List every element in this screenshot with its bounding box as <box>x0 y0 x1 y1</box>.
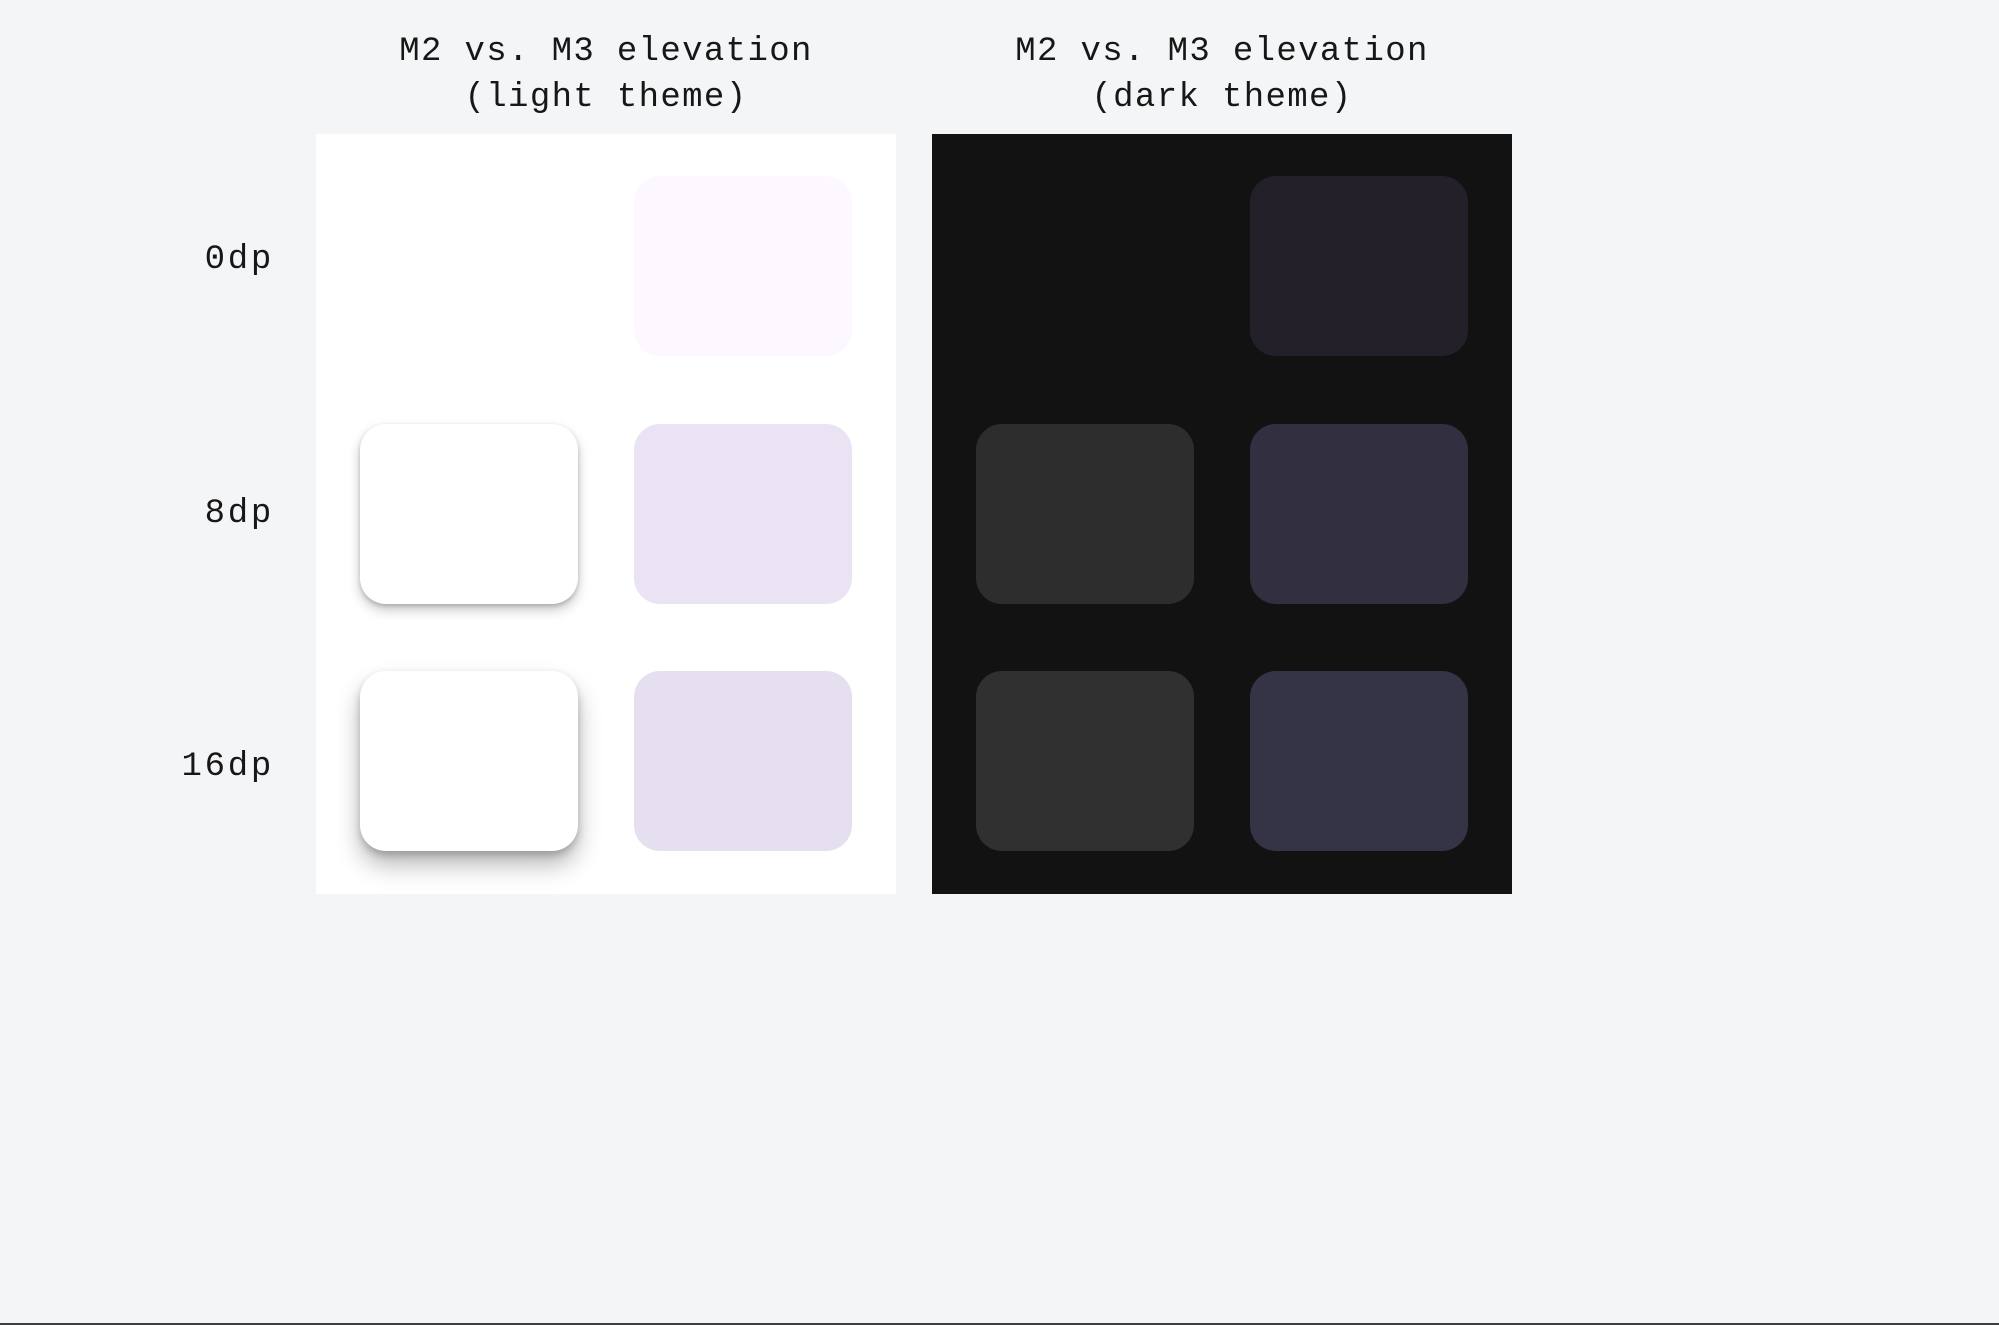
card-m2-light-0dp <box>360 176 578 356</box>
card-m2-light-16dp <box>360 671 578 851</box>
heading-dark: M2 vs. M3 elevation (dark theme) <box>932 30 1512 134</box>
card-m3-dark-8dp <box>1250 424 1468 604</box>
row-label-0dp: 0dp <box>205 241 280 279</box>
corner-spacer <box>100 30 280 134</box>
card-m3-light-0dp <box>634 176 852 356</box>
card-m2-light-8dp <box>360 424 578 604</box>
comparison-grid: M2 vs. M3 elevation (light theme) M2 vs.… <box>100 30 1512 894</box>
card-m3-dark-0dp <box>1250 176 1468 356</box>
card-m2-dark-0dp <box>976 176 1194 356</box>
page-root: M2 vs. M3 elevation (light theme) M2 vs.… <box>0 0 1999 1325</box>
heading-light: M2 vs. M3 elevation (light theme) <box>316 30 896 134</box>
card-m3-light-16dp <box>634 671 852 851</box>
card-m2-dark-8dp <box>976 424 1194 604</box>
card-m3-dark-16dp <box>1250 671 1468 851</box>
dark-cells <box>932 134 1512 894</box>
dark-theme-panel <box>932 134 1512 894</box>
row-label-8dp: 8dp <box>205 495 280 533</box>
light-cells <box>316 134 896 894</box>
row-labels-column: 0dp 8dp 16dp <box>100 134 280 894</box>
card-m2-dark-16dp <box>976 671 1194 851</box>
light-theme-panel <box>316 134 896 894</box>
card-m3-light-8dp <box>634 424 852 604</box>
row-label-16dp: 16dp <box>182 748 281 786</box>
